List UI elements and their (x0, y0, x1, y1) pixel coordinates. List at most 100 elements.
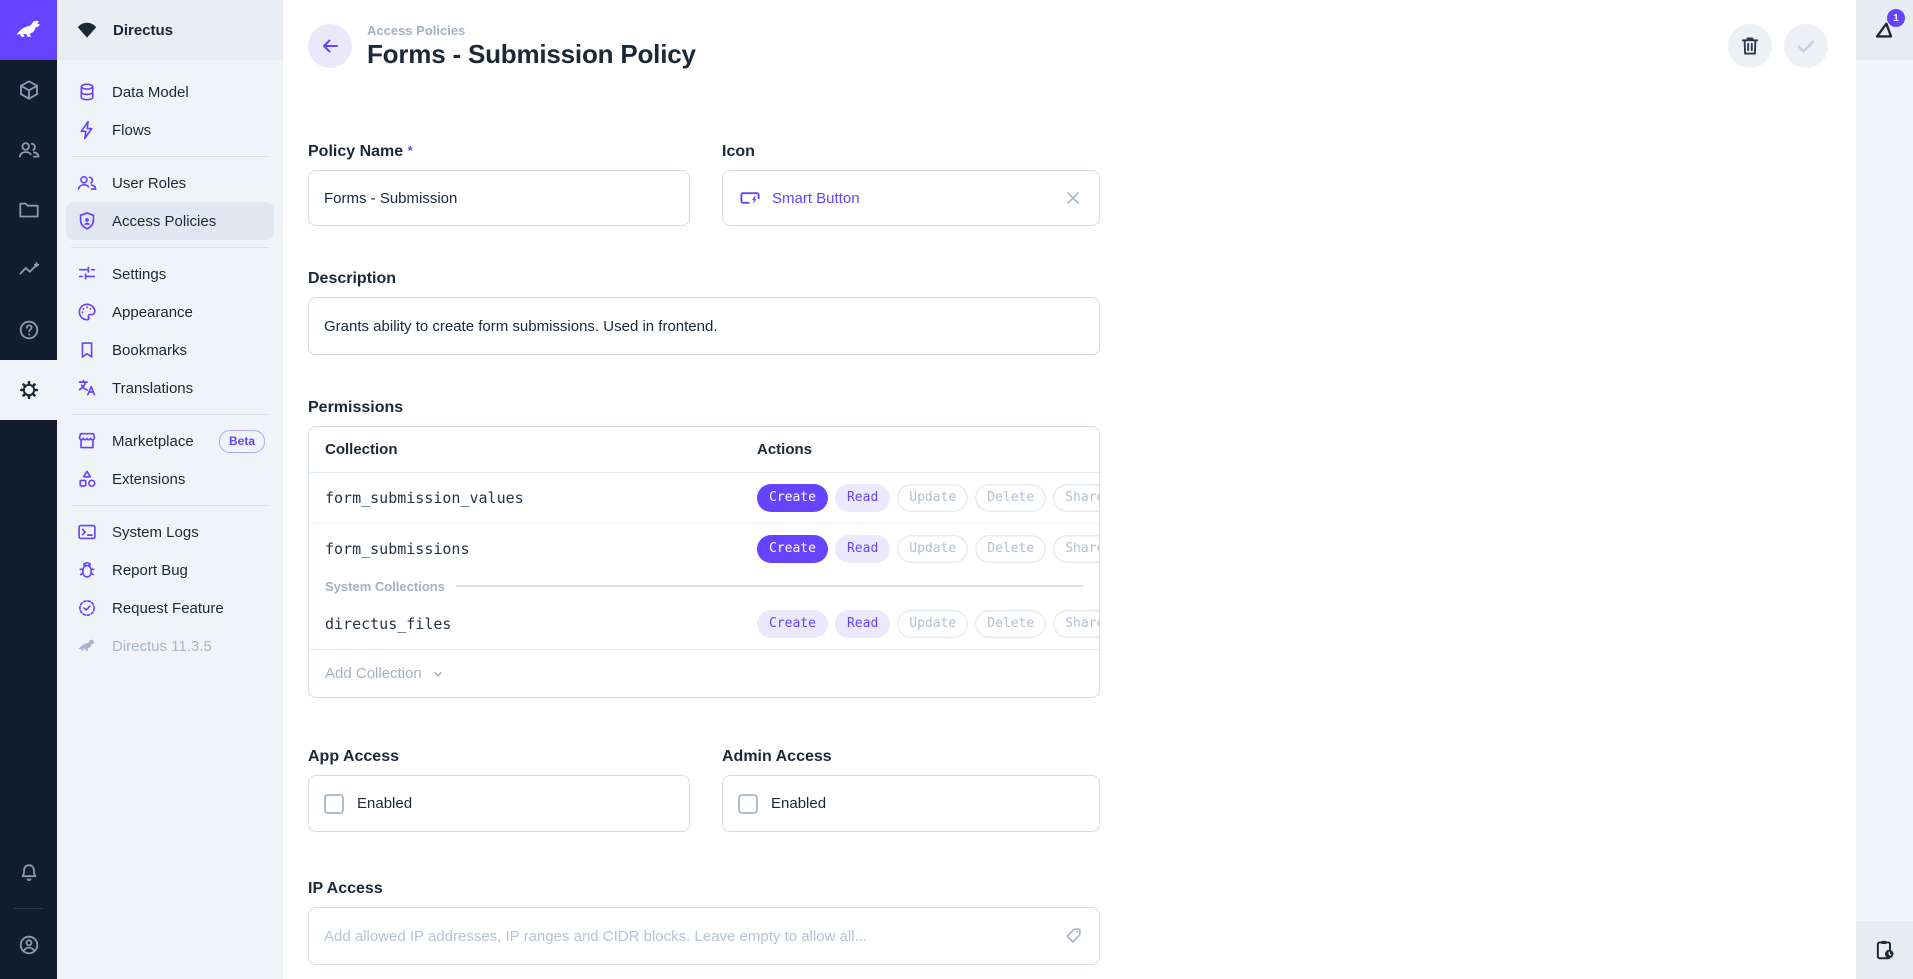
permission-chip-update[interactable]: Update (897, 535, 968, 563)
module-content-button[interactable] (0, 60, 57, 120)
permission-chip-share[interactable]: Share (1053, 484, 1100, 512)
policy-name-value: Forms - Submission (324, 190, 457, 207)
sidebar-item-label: Translations (112, 380, 193, 397)
column-collection: Collection (325, 441, 757, 458)
sidebar-item-appearance[interactable]: Appearance (66, 293, 274, 331)
actions-cell: Create Read Update Delete Share (757, 610, 1100, 638)
rabbit-logo-icon (13, 14, 45, 46)
smart-button-icon (738, 186, 762, 210)
system-collections-divider: System Collections (309, 573, 1099, 599)
permissions-table-header: Collection Actions (309, 427, 1099, 473)
icon-field-group: Icon Smart Button (722, 143, 1100, 226)
sidebar-item-user-roles[interactable]: User Roles (66, 164, 274, 202)
module-insights-button[interactable] (0, 240, 57, 300)
permission-chip-update[interactable]: Update (897, 610, 968, 638)
module-users-button[interactable] (0, 120, 57, 180)
app-access-checkbox[interactable] (324, 794, 344, 814)
notifications-tray-button[interactable]: 1 (1856, 0, 1913, 60)
sidebar-item-extensions[interactable]: Extensions (66, 460, 274, 498)
translate-icon (75, 376, 99, 400)
sidebar-item-system-logs[interactable]: System Logs (66, 513, 274, 551)
module-files-button[interactable] (0, 180, 57, 240)
ip-access-placeholder: Add allowed IP addresses, IP ranges and … (324, 928, 867, 945)
permission-chip-update[interactable]: Update (897, 484, 968, 512)
version-label: Directus 11.3.5 (112, 638, 212, 655)
sidebar-item-data-model[interactable]: Data Model (66, 73, 274, 111)
sidebar-divider (71, 247, 269, 248)
help-icon (17, 318, 41, 342)
sidebar-item-settings[interactable]: Settings (66, 255, 274, 293)
module-help-button[interactable] (0, 300, 57, 360)
permission-row: directus_files Create Read Update Delete… (309, 599, 1099, 649)
back-button[interactable] (308, 24, 352, 68)
actions-cell: Create Read Update Delete Share (757, 484, 1100, 512)
permission-chip-create[interactable]: Create (757, 484, 828, 512)
permission-row: form_submission_values Create Read Updat… (309, 473, 1099, 523)
cube-icon (17, 78, 41, 102)
module-bar (0, 0, 57, 979)
save-button[interactable] (1784, 24, 1828, 68)
tag-icon[interactable] (1062, 925, 1084, 947)
policy-name-field-group: Policy Name * Forms - Submission (308, 143, 690, 226)
permission-chip-read[interactable]: Read (835, 535, 890, 563)
ip-access-input[interactable]: Add allowed IP addresses, IP ranges and … (308, 907, 1100, 965)
admin-access-toggle[interactable]: Enabled (722, 775, 1100, 832)
sidebar-item-translations[interactable]: Translations (66, 369, 274, 407)
description-input[interactable]: Grants ability to create form submission… (308, 297, 1100, 355)
permissions-label: Permissions (308, 399, 1100, 417)
permission-chip-delete[interactable]: Delete (975, 535, 1046, 563)
permission-chip-create[interactable]: Create (757, 535, 828, 563)
bell-icon (17, 860, 41, 884)
project-header[interactable]: Directus (57, 0, 283, 60)
activity-sidebar-button[interactable] (1856, 921, 1913, 979)
description-value: Grants ability to create form submission… (324, 318, 718, 335)
title-block: Access Policies Forms - Submission Polic… (367, 23, 696, 70)
sidebar-item-marketplace[interactable]: Marketplace Beta (66, 422, 274, 460)
people-icon (17, 138, 41, 162)
permission-chip-share[interactable]: Share (1053, 610, 1100, 638)
sidebar-item-access-policies[interactable]: Access Policies (66, 202, 274, 240)
sidebar-item-label: Access Policies (112, 213, 216, 230)
directus-logo-button[interactable] (0, 0, 57, 60)
sidebar-item-label: Settings (112, 266, 166, 283)
app-root: Directus Data Model Flows User Roles (0, 0, 1913, 979)
bookmark-icon (75, 338, 99, 362)
permission-chip-read[interactable]: Read (835, 484, 890, 512)
permissions-table: Collection Actions form_submission_value… (308, 426, 1100, 698)
sidebar-nav: Data Model Flows User Roles Access Polic (57, 60, 283, 665)
beta-badge: Beta (219, 430, 265, 453)
icon-select[interactable]: Smart Button (722, 170, 1100, 226)
sidebar-item-bookmarks[interactable]: Bookmarks (66, 331, 274, 369)
admin-access-checkbox-label: Enabled (771, 795, 826, 812)
sidebar-item-label: Request Feature (112, 600, 224, 617)
permission-chip-delete[interactable]: Delete (975, 610, 1046, 638)
permission-chip-delete[interactable]: Delete (975, 484, 1046, 512)
admin-access-checkbox[interactable] (738, 794, 758, 814)
collection-name: form_submission_values (325, 489, 757, 507)
sidebar-item-label: Appearance (112, 304, 193, 321)
delete-button[interactable] (1728, 24, 1772, 68)
add-collection-button[interactable]: Add Collection (309, 649, 1099, 697)
sidebar-item-request-feature[interactable]: Request Feature (66, 589, 274, 627)
permission-chip-create[interactable]: Create (757, 610, 828, 638)
permission-chip-share[interactable]: Share (1053, 535, 1100, 563)
sidebar: Directus Data Model Flows User Roles (57, 0, 283, 979)
header-actions (1728, 24, 1828, 68)
clear-icon[interactable] (1062, 187, 1084, 209)
sidebar-item-report-bug[interactable]: Report Bug (66, 551, 274, 589)
module-account-button[interactable] (0, 915, 57, 975)
sidebar-item-label: System Logs (112, 524, 199, 541)
policy-name-input[interactable]: Forms - Submission (308, 170, 690, 226)
module-settings-button[interactable] (0, 360, 57, 420)
permission-chip-read[interactable]: Read (835, 610, 890, 638)
sidebar-item-flows[interactable]: Flows (66, 111, 274, 149)
sidebar-item-label: User Roles (112, 175, 186, 192)
actions-cell: Create Read Update Delete Share (757, 535, 1100, 563)
module-notifications-button[interactable] (0, 842, 57, 902)
chevron-down-icon (429, 665, 447, 683)
terminal-icon (75, 520, 99, 544)
policy-name-label: Policy Name * (308, 143, 690, 161)
sidebar-item-label: Marketplace (112, 433, 194, 450)
app-access-toggle[interactable]: Enabled (308, 775, 690, 832)
storefront-icon (75, 429, 99, 453)
